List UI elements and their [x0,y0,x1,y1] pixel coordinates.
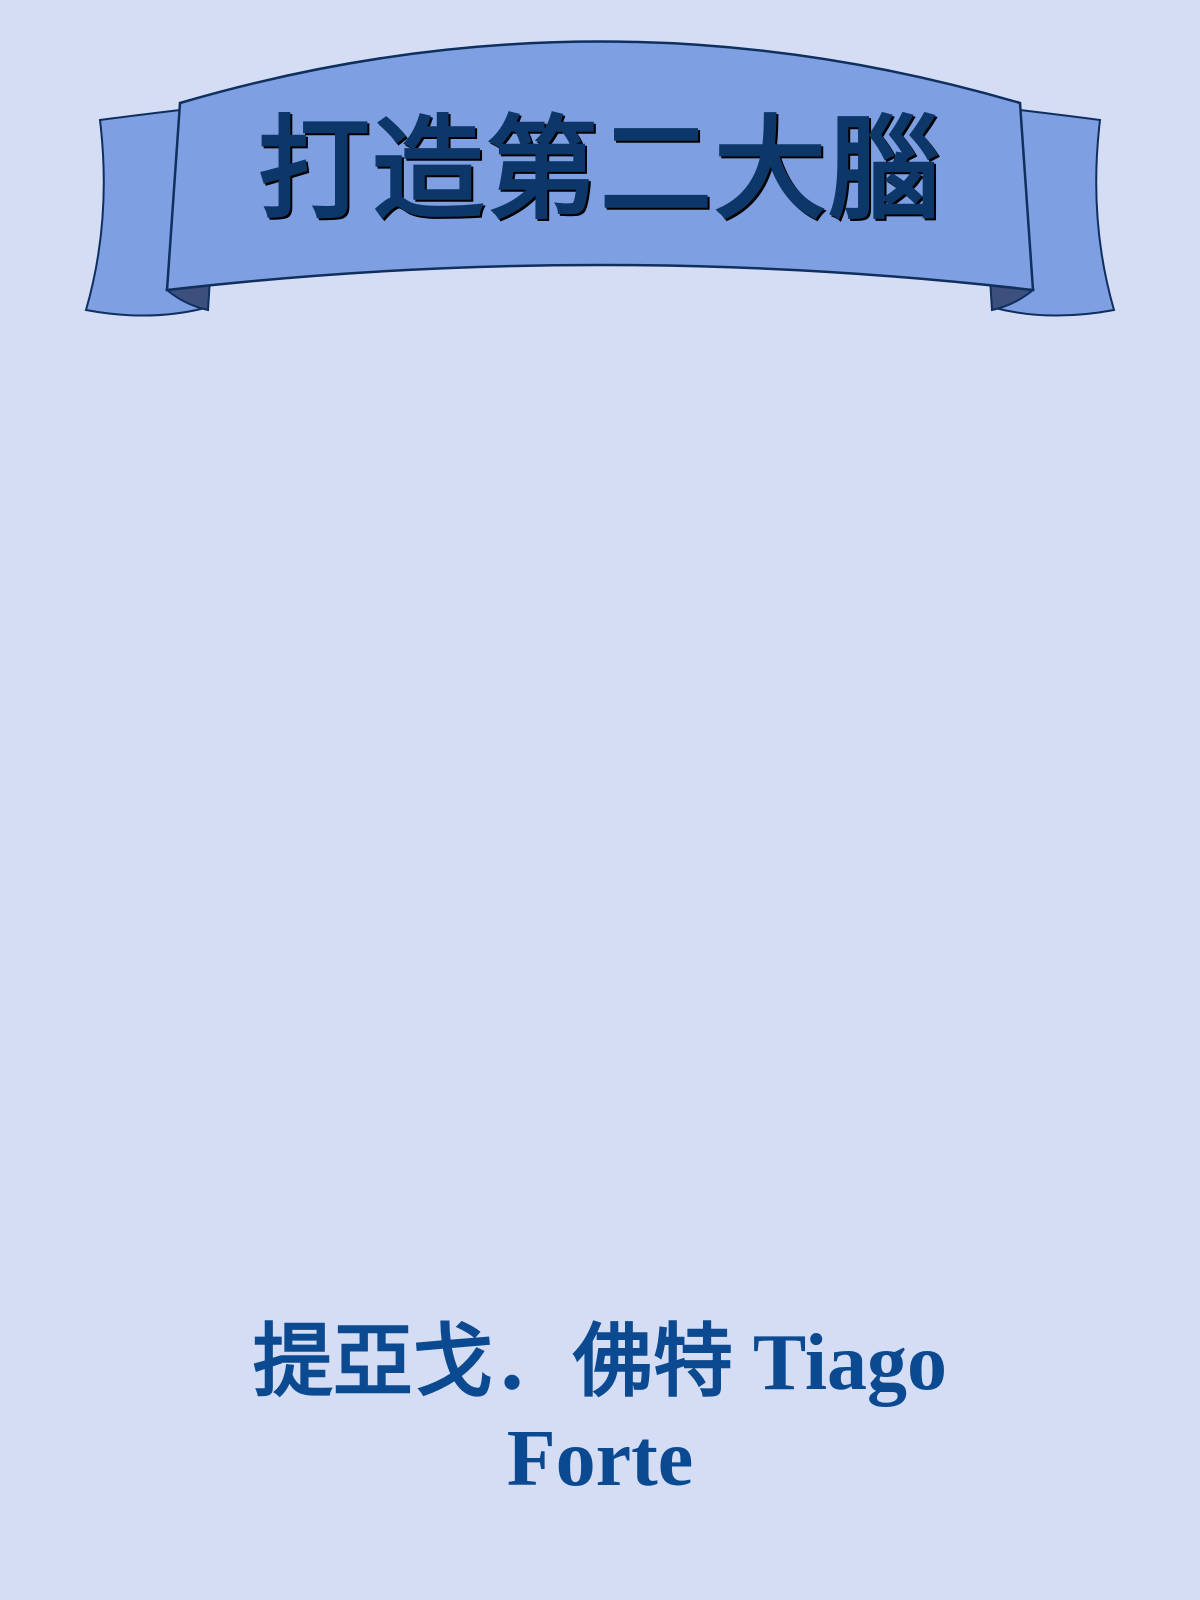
book-cover: 打造第二大腦 提亞戈．佛特 Tiago Forte [0,0,1200,1600]
book-author: 提亞戈．佛特 Tiago Forte [252,1319,948,1503]
book-title: 打造第二大腦 [258,104,942,235]
